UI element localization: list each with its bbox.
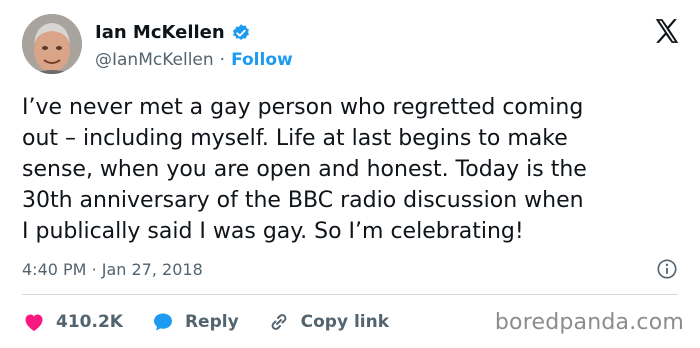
reply-label: Reply	[184, 312, 239, 332]
author-name[interactable]: Ian McKellen	[95, 22, 225, 43]
date-separator: ·	[91, 259, 97, 279]
author-name-row: Ian McKellen	[95, 22, 251, 43]
tweet-date: Jan 27, 2018	[101, 259, 203, 279]
follow-button[interactable]: Follow	[231, 50, 293, 70]
info-icon[interactable]	[656, 258, 678, 280]
divider	[22, 294, 678, 295]
author-handle[interactable]: @IanMcKellen	[95, 50, 214, 70]
reply-button[interactable]: Reply	[151, 310, 239, 334]
x-logo-icon[interactable]	[652, 16, 682, 46]
avatar[interactable]	[22, 14, 82, 74]
reply-bubble-icon	[153, 313, 172, 331]
watermark: boredpanda.com	[494, 310, 684, 335]
tweet-text: I’ve never met a gay person who regrette…	[22, 95, 587, 244]
verified-badge-icon	[231, 23, 251, 43]
tweet-timestamp[interactable]: 4:40 PM · Jan 27, 2018	[22, 260, 203, 279]
tweet-header: Ian McKellen @IanMcKellen · Follow	[22, 14, 682, 78]
handle-separator: ·	[219, 50, 226, 70]
avatar-image	[22, 14, 82, 74]
heart-icon	[25, 314, 43, 331]
link-icon	[271, 314, 287, 330]
tweet-meta: 4:40 PM · Jan 27, 2018	[22, 257, 678, 281]
copy-link-label: Copy link	[300, 312, 390, 332]
tweet-actions: 410.2K Reply Copy link	[22, 306, 389, 338]
handle-row: @IanMcKellen · Follow	[95, 50, 293, 70]
tweet-time: 4:40 PM	[22, 259, 87, 279]
like-button[interactable]: 410.2K	[22, 310, 123, 334]
copy-link-button[interactable]: Copy link	[267, 310, 389, 334]
like-count: 410.2K	[56, 312, 123, 332]
